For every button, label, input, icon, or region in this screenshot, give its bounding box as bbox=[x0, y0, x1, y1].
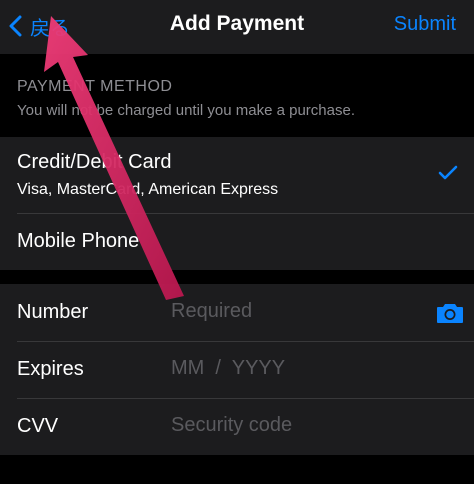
number-label: Number bbox=[17, 301, 89, 323]
expires-input[interactable] bbox=[171, 357, 421, 380]
method-title: Credit/Debit Card bbox=[17, 151, 172, 173]
cvv-input[interactable] bbox=[171, 414, 421, 437]
payment-method-group: Credit/Debit Card Visa, MasterCard, Amer… bbox=[0, 137, 474, 270]
method-mobile-phone[interactable]: Mobile Phone bbox=[0, 214, 474, 270]
method-title: Mobile Phone bbox=[17, 230, 140, 252]
section-title: PAYMENT METHOD bbox=[17, 78, 173, 95]
card-fields-group: Number Expires CVV bbox=[0, 284, 474, 455]
number-row: Number bbox=[0, 284, 474, 341]
expires-label: Expires bbox=[17, 358, 84, 380]
camera-icon[interactable] bbox=[436, 302, 464, 324]
navigation-bar: 戻る Add Payment Submit bbox=[0, 0, 474, 54]
checkmark-icon bbox=[438, 165, 458, 180]
method-credit-card[interactable]: Credit/Debit Card Visa, MasterCard, Amer… bbox=[0, 137, 474, 213]
section-header: PAYMENT METHOD You will not be charged u… bbox=[17, 78, 457, 119]
submit-button[interactable]: Submit bbox=[394, 13, 456, 36]
cvv-row: CVV bbox=[0, 399, 474, 455]
number-input[interactable] bbox=[171, 300, 421, 323]
expires-row: Expires bbox=[0, 342, 474, 398]
cvv-label: CVV bbox=[17, 415, 59, 437]
method-subtitle: Visa, MasterCard, American Express bbox=[17, 181, 279, 198]
section-subtitle: You will not be charged until you make a… bbox=[17, 102, 355, 119]
